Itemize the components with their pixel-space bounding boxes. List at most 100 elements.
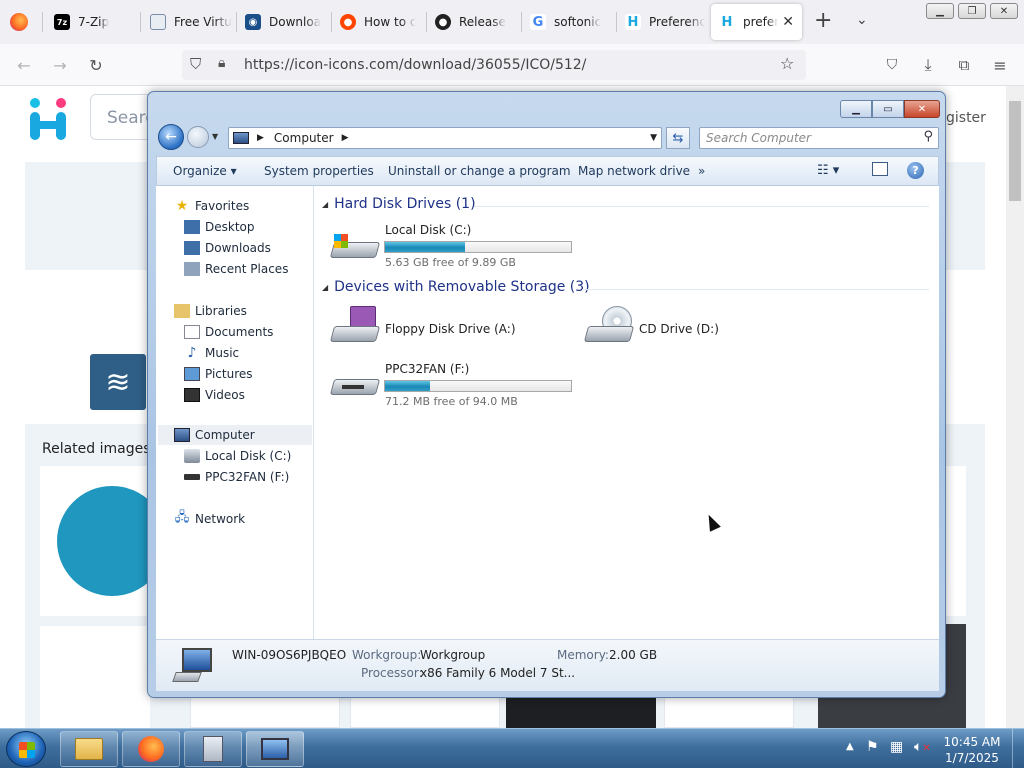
- drive-floppy-a[interactable]: Floppy Disk Drive (A:): [329, 306, 562, 352]
- change-view-icon[interactable]: ☷ ▾: [817, 163, 839, 178]
- breadcrumb-chevron-icon[interactable]: ▶: [342, 133, 349, 143]
- forward-arrow-icon[interactable]: →: [50, 55, 70, 75]
- tab-list-chevron-icon[interactable]: ⌄: [856, 12, 868, 28]
- register-link[interactable]: gister: [946, 110, 986, 126]
- search-icon[interactable]: ⚲: [923, 129, 933, 144]
- site-logo[interactable]: [28, 98, 68, 140]
- drive-cd-d[interactable]: CD Drive (D:): [583, 306, 786, 352]
- cd-drive-icon: [583, 306, 635, 350]
- nav-downloads[interactable]: Downloads: [184, 239, 271, 257]
- menu-hamburger-icon[interactable]: ≡: [990, 55, 1010, 75]
- url-bar[interactable]: ⛉ 🔒︎ https://icon-icons.com/download/360…: [182, 50, 806, 80]
- tab-preferences-active[interactable]: H prefere ✕: [711, 4, 802, 40]
- scrollbar-thumb[interactable]: [1009, 101, 1021, 201]
- history-dropdown-icon[interactable]: ▼: [212, 132, 218, 141]
- system-properties-button[interactable]: System properties: [264, 164, 374, 178]
- drive-ppc32fan-f[interactable]: PPC32FAN (F:) 71.2 MB free of 94.0 MB: [329, 362, 592, 409]
- nav-videos[interactable]: Videos: [184, 386, 245, 404]
- uninstall-program-button[interactable]: Uninstall or change a program: [388, 164, 571, 178]
- clock-time: 10:45 AM: [943, 735, 1001, 749]
- collapse-triangle-icon[interactable]: ◢: [322, 283, 328, 292]
- taskbar-calculator-button[interactable]: [184, 731, 242, 767]
- drive-name: CD Drive (D:): [639, 322, 719, 336]
- related-image-card[interactable]: [40, 466, 167, 616]
- network-tray-icon[interactable]: ▦: [890, 739, 903, 755]
- search-placeholder: Search Computer: [706, 131, 811, 145]
- tab-free-virtual[interactable]: Free Virtu: [150, 4, 236, 40]
- show-desktop-button[interactable]: [1012, 729, 1024, 768]
- taskbar-explorer-button[interactable]: [60, 731, 118, 767]
- nav-documents[interactable]: Documents: [184, 323, 273, 341]
- related-icon-grid[interactable]: [40, 626, 150, 728]
- nav-desktop[interactable]: Desktop: [184, 218, 255, 236]
- nav-pictures[interactable]: Pictures: [184, 365, 253, 383]
- action-center-flag-icon[interactable]: ⚑: [866, 739, 879, 755]
- breadcrumb-chevron-icon[interactable]: ▶: [257, 133, 264, 143]
- mouse-cursor-icon: [703, 512, 721, 532]
- group-removable-storage[interactable]: ◢ Devices with Removable Storage (3): [322, 279, 590, 295]
- page-scrollbar[interactable]: [1006, 86, 1024, 728]
- back-button[interactable]: ←: [158, 124, 184, 150]
- restore-browser-button[interactable]: ❐: [958, 3, 986, 19]
- volume-muted-icon[interactable]: 🔈︎✕: [914, 739, 931, 755]
- pocket-icon[interactable]: ⛉: [882, 55, 902, 75]
- tab-7zip[interactable]: 7z 7-Zip: [54, 4, 140, 40]
- explorer-maximize-button[interactable]: ▭: [872, 100, 904, 118]
- organize-button[interactable]: Organize ▾: [173, 164, 237, 178]
- show-hidden-icons-icon[interactable]: ▲: [846, 741, 854, 752]
- minimize-browser-button[interactable]: ▁: [926, 3, 954, 19]
- close-browser-button[interactable]: ✕: [990, 3, 1018, 19]
- collapse-triangle-icon[interactable]: ◢: [322, 200, 328, 209]
- nav-favorites[interactable]: ★ Favorites: [174, 197, 250, 215]
- help-icon[interactable]: ?: [907, 162, 924, 179]
- back-arrow-icon[interactable]: ←: [14, 55, 34, 75]
- map-network-drive-button[interactable]: Map network drive: [578, 164, 690, 178]
- clock[interactable]: 10:45 AM 1/7/2025: [940, 734, 1004, 766]
- nav-music[interactable]: ♪ Music: [184, 344, 240, 362]
- explorer-close-button[interactable]: ✕: [904, 100, 940, 118]
- group-hard-disk-drives[interactable]: ◢ Hard Disk Drives (1): [322, 196, 476, 212]
- breadcrumb-computer[interactable]: Computer: [274, 131, 334, 145]
- preview-pane-icon[interactable]: [872, 162, 888, 176]
- nav-libraries[interactable]: Libraries: [174, 302, 247, 320]
- computer-name: WIN-09OS6PJBQEO: [232, 648, 347, 662]
- address-bar[interactable]: ▶ Computer ▶ ▼: [228, 127, 662, 149]
- taskbar-computer-button[interactable]: [246, 731, 304, 767]
- tab-label: Free Virtu: [174, 15, 232, 29]
- group-divider: [582, 289, 929, 290]
- download-site-icon: ◉: [245, 14, 261, 30]
- extensions-icon[interactable]: ⧉: [954, 55, 974, 75]
- nav-computer[interactable]: Computer: [174, 426, 255, 444]
- search-box[interactable]: Search Computer ⚲: [699, 127, 939, 149]
- tracking-shield-icon[interactable]: ⛉: [190, 55, 201, 73]
- nav-recent-places[interactable]: Recent Places: [184, 260, 288, 278]
- bookmark-star-icon[interactable]: ☆: [780, 54, 794, 73]
- downloads-icon[interactable]: ⤓: [918, 55, 938, 75]
- firefox-menu-icon[interactable]: [10, 13, 28, 31]
- more-commands-button[interactable]: »: [698, 164, 705, 178]
- tab-release[interactable]: ● Release: [435, 4, 521, 40]
- taskbar-firefox-button[interactable]: [122, 731, 180, 767]
- nav-ppc32fan[interactable]: PPC32FAN (F:): [184, 468, 289, 486]
- nav-local-disk[interactable]: Local Disk (C:): [184, 447, 291, 465]
- tab-softonic[interactable]: G softonic: [530, 4, 616, 40]
- tab-download[interactable]: ◉ Downloa: [245, 4, 331, 40]
- videos-icon: [184, 388, 200, 402]
- start-button[interactable]: [6, 731, 46, 767]
- downloads-folder-icon: [184, 241, 200, 255]
- new-tab-button[interactable]: +: [814, 8, 832, 33]
- url-text[interactable]: https://icon-icons.com/download/36055/IC…: [244, 57, 586, 73]
- capacity-fill: [385, 381, 430, 391]
- forward-button[interactable]: [187, 126, 209, 148]
- address-dropdown-icon[interactable]: ▼: [650, 133, 657, 143]
- tab-preferences[interactable]: H Preferenc: [625, 4, 705, 40]
- tab-close-icon[interactable]: ✕: [782, 14, 794, 30]
- tab-label: Downloa: [269, 15, 322, 29]
- reload-icon[interactable]: ↻: [86, 55, 106, 75]
- explorer-minimize-button[interactable]: ▁: [840, 100, 872, 118]
- drive-local-disk-c[interactable]: Local Disk (C:) 5.63 GB free of 9.89 GB: [329, 223, 592, 270]
- nav-network[interactable]: 🖧︎ Network: [174, 510, 245, 528]
- lock-icon[interactable]: 🔒︎: [218, 55, 225, 71]
- tab-how-to[interactable]: ● How to c: [340, 4, 426, 40]
- refresh-button[interactable]: ⇆: [666, 127, 690, 149]
